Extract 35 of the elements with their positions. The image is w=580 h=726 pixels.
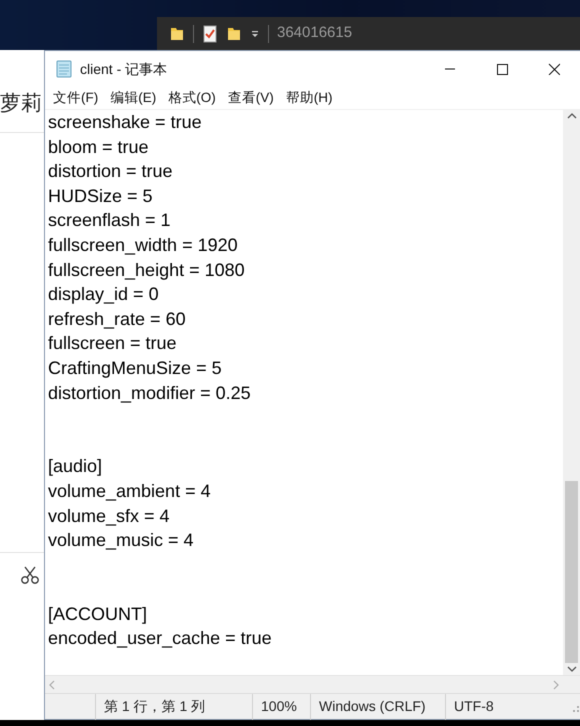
text-line: display_id = 0: [48, 283, 160, 306]
text-line: CraftingMenuSize = 5: [48, 356, 223, 380]
text-line: bloom = true: [48, 136, 150, 159]
text-line: encoded_user_cache = true: [48, 627, 273, 650]
text-line: fullscreen_height = 1080: [48, 258, 246, 282]
text-line: screenflash = 1: [48, 209, 172, 232]
text-line: fullscreen_width = 1920: [48, 234, 239, 257]
status-text: 第 1 行，第 1 列: [104, 697, 206, 716]
text-line: screenshake = true: [48, 111, 203, 134]
text-line: distortion_modifier = 0.25: [48, 382, 252, 405]
text-line: volume_music = 4: [48, 529, 195, 552]
status-text: UTF-8: [454, 697, 494, 716]
window-title: 364016615: [277, 23, 352, 44]
text-line: distortion = true: [48, 160, 174, 184]
status-text: 100%: [261, 697, 297, 716]
text-line: volume_sfx = 4: [48, 504, 171, 528]
text-line: [audio]: [48, 455, 104, 478]
close-icon: [548, 63, 560, 75]
menu-item[interactable]: 编辑(E): [104, 88, 162, 108]
menu-item[interactable]: 帮助(H): [280, 88, 338, 108]
text-line: refresh_rate = 60: [48, 308, 187, 331]
window-title: client - 记事本: [80, 60, 168, 78]
text-line: HUDSize = 5: [48, 184, 154, 208]
status-text: Windows (CRLF): [319, 697, 426, 716]
text-line: fullscreen = true: [48, 332, 178, 356]
scrollbar-thumb[interactable]: [565, 481, 578, 663]
text-line: [ACCOUNT]: [48, 602, 148, 626]
checklist-icon[interactable]: [202, 24, 218, 42]
menu-item[interactable]: 查看(V): [222, 88, 280, 108]
notepad-icon: [54, 59, 74, 79]
menu-item[interactable]: 文件(F): [47, 88, 104, 108]
text-line: volume_ambient = 4: [48, 480, 212, 503]
maximize-icon: [496, 63, 508, 75]
page-heading: 萝莉: [0, 91, 43, 117]
menu-item[interactable]: 格式(O): [162, 88, 222, 108]
